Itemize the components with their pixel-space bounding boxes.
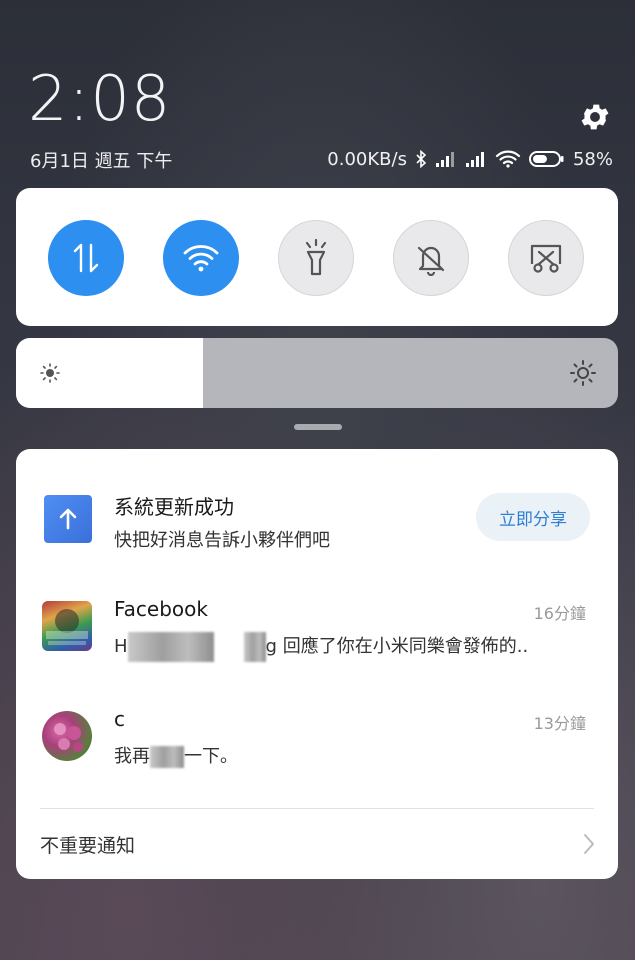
redacted-text — [127, 632, 214, 662]
flashlight-icon — [305, 238, 327, 276]
notification-body: 快把好消息告訴小夥伴們吧 — [114, 530, 330, 551]
battery-percent: 58% — [572, 148, 613, 170]
unimportant-notifications-label[interactable]: 不重要通知 — [40, 831, 135, 858]
screenshot-toggle[interactable] — [508, 220, 584, 296]
clock-time: 2:08 — [28, 62, 172, 135]
wifi-icon — [183, 245, 219, 272]
bluetooth-icon — [415, 150, 427, 168]
flashlight-toggle[interactable] — [278, 220, 354, 296]
clock-date: 6月1日 週五 下午 — [30, 151, 173, 172]
brightness-high-icon — [570, 360, 596, 386]
bell-off-icon — [417, 246, 445, 276]
facebook-page-avatar — [42, 601, 92, 651]
notification-title: 系統更新成功 — [114, 495, 234, 519]
divider — [40, 808, 594, 809]
body-text: 我再 — [114, 746, 150, 767]
body-mid: g — [265, 636, 277, 657]
mobile-data-toggle[interactable] — [48, 220, 124, 296]
redacted-text — [150, 746, 184, 768]
wifi-icon — [495, 150, 521, 168]
quick-settings-panel — [16, 188, 618, 326]
drag-handle[interactable] — [294, 424, 342, 430]
brightness-slider[interactable] — [16, 338, 618, 408]
redacted-text — [243, 632, 266, 662]
share-now-button[interactable]: 立即分享 — [476, 493, 590, 541]
battery-icon — [528, 150, 565, 168]
notification-title: Facebook — [114, 597, 208, 621]
body-prefix: H — [114, 636, 128, 657]
body-text: 回應了你在小米同樂會發佈的.. — [282, 636, 529, 657]
silent-toggle[interactable] — [393, 220, 469, 296]
notification-body: Hg 回應了你在小米同樂會發佈的.. — [114, 632, 528, 662]
body-end: 一下。 — [184, 746, 238, 767]
notification-body: 我再 一下。 — [114, 742, 238, 768]
status-bar: 0.00KB/s 58% — [327, 146, 613, 172]
wifi-toggle[interactable] — [163, 220, 239, 296]
update-arrow-icon — [44, 495, 92, 543]
signal-icon — [435, 151, 457, 167]
net-speed: 0.00KB/s — [327, 148, 407, 170]
brightness-low-icon — [40, 363, 60, 383]
signal-icon — [465, 151, 487, 167]
chevron-right-icon[interactable] — [582, 833, 596, 855]
scissors-icon — [530, 244, 562, 273]
notification-time: 13分鐘 — [533, 714, 586, 733]
data-transfer-icon — [73, 243, 99, 273]
gear-icon[interactable] — [578, 100, 612, 134]
flower-avatar — [42, 711, 92, 761]
notification-title: c — [114, 707, 125, 731]
notification-time: 16分鐘 — [533, 604, 586, 623]
notification-panel: 系統更新成功 快把好消息告訴小夥伴們吧 立即分享 Facebook 16分鐘 H… — [16, 449, 618, 879]
